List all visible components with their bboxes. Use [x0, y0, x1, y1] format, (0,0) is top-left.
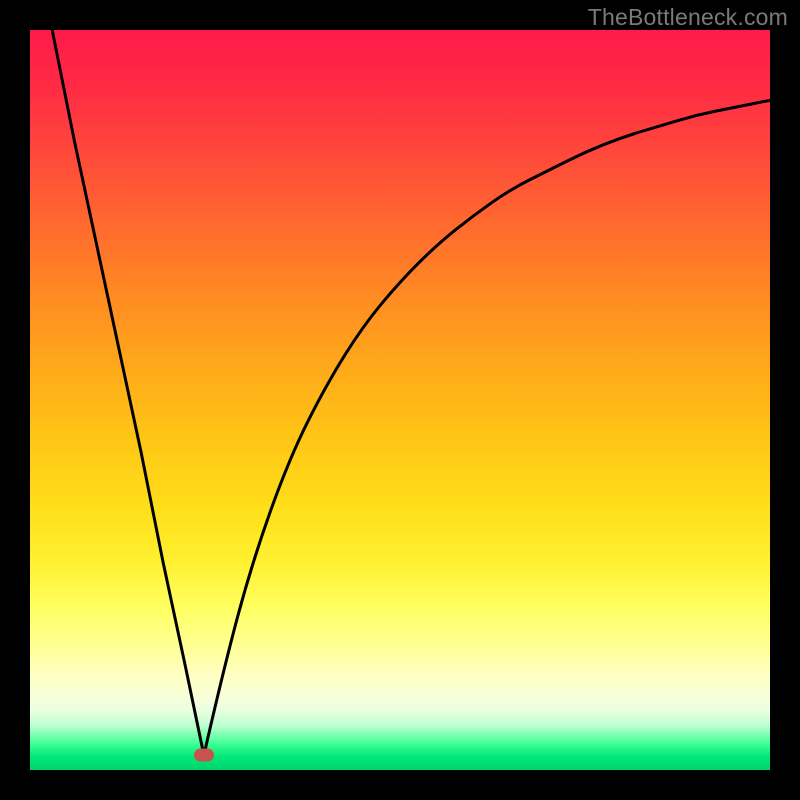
curve-left-branch [52, 30, 204, 755]
curve-right-branch [204, 100, 770, 755]
bottleneck-marker [194, 749, 214, 762]
chart-frame: TheBottleneck.com [0, 0, 800, 800]
watermark-text: TheBottleneck.com [588, 4, 788, 31]
curve-svg [30, 30, 770, 770]
plot-area [30, 30, 770, 770]
